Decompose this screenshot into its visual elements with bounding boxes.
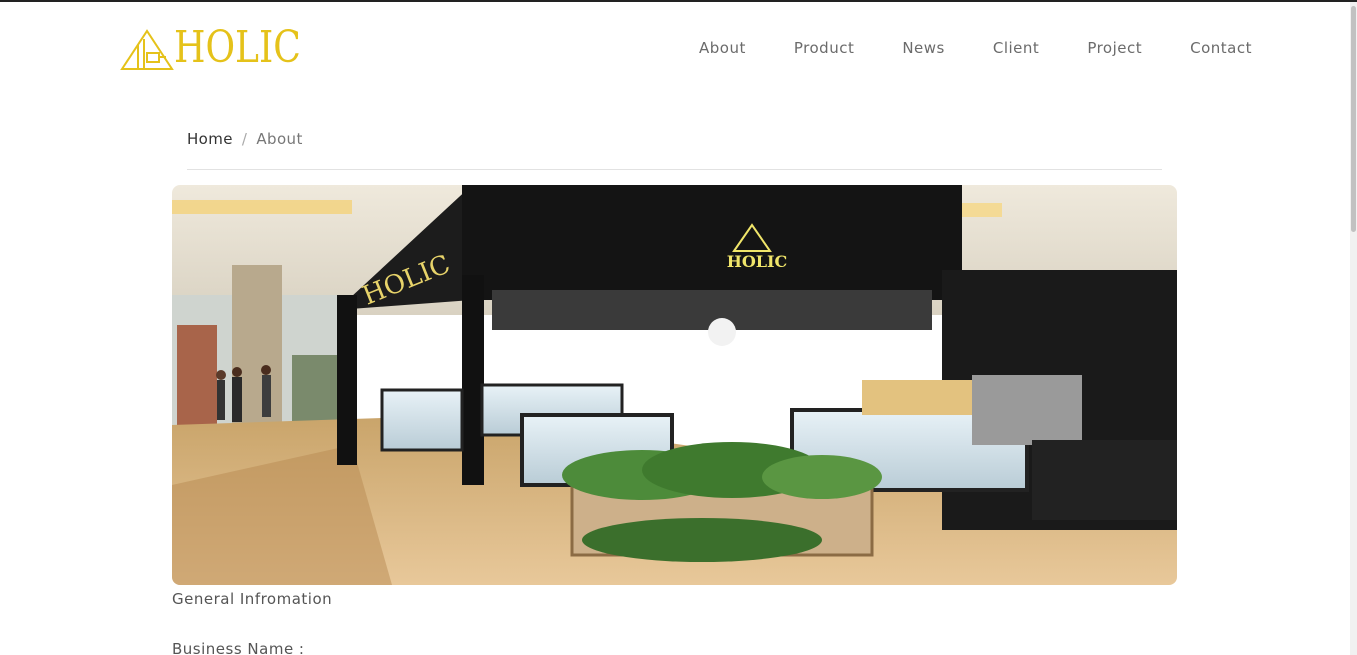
holic-logo-icon: [120, 29, 174, 70]
section-title: General Infromation: [172, 590, 333, 608]
nav-project[interactable]: Project: [1087, 38, 1142, 58]
page-scrollbar[interactable]: [1350, 2, 1357, 655]
logo-wordmark: HOLIC: [174, 22, 301, 73]
nav-client[interactable]: Client: [993, 38, 1039, 58]
nav-about[interactable]: About: [699, 38, 746, 58]
scrollbar-thumb[interactable]: [1351, 6, 1356, 232]
main-nav: About Product News Client Project Contac…: [651, 38, 1252, 58]
breadcrumb-current: About: [256, 130, 303, 148]
business-name-label: Business Name :: [172, 640, 305, 655]
hero-storefront-image: HOLIC HOLIC: [172, 185, 1177, 585]
breadcrumb: Home / About: [187, 130, 1162, 170]
nav-news[interactable]: News: [902, 38, 945, 58]
brand-logo[interactable]: HOLIC: [120, 24, 329, 72]
breadcrumb-home-link[interactable]: Home: [187, 130, 233, 148]
storefront-photo-icon: HOLIC HOLIC: [172, 185, 1177, 585]
svg-text:HOLIC: HOLIC: [727, 252, 788, 271]
site-header: HOLIC About Product News Client Project …: [0, 2, 1350, 94]
nav-contact[interactable]: Contact: [1190, 38, 1252, 58]
nav-product[interactable]: Product: [794, 38, 854, 58]
breadcrumb-separator: /: [241, 130, 248, 148]
